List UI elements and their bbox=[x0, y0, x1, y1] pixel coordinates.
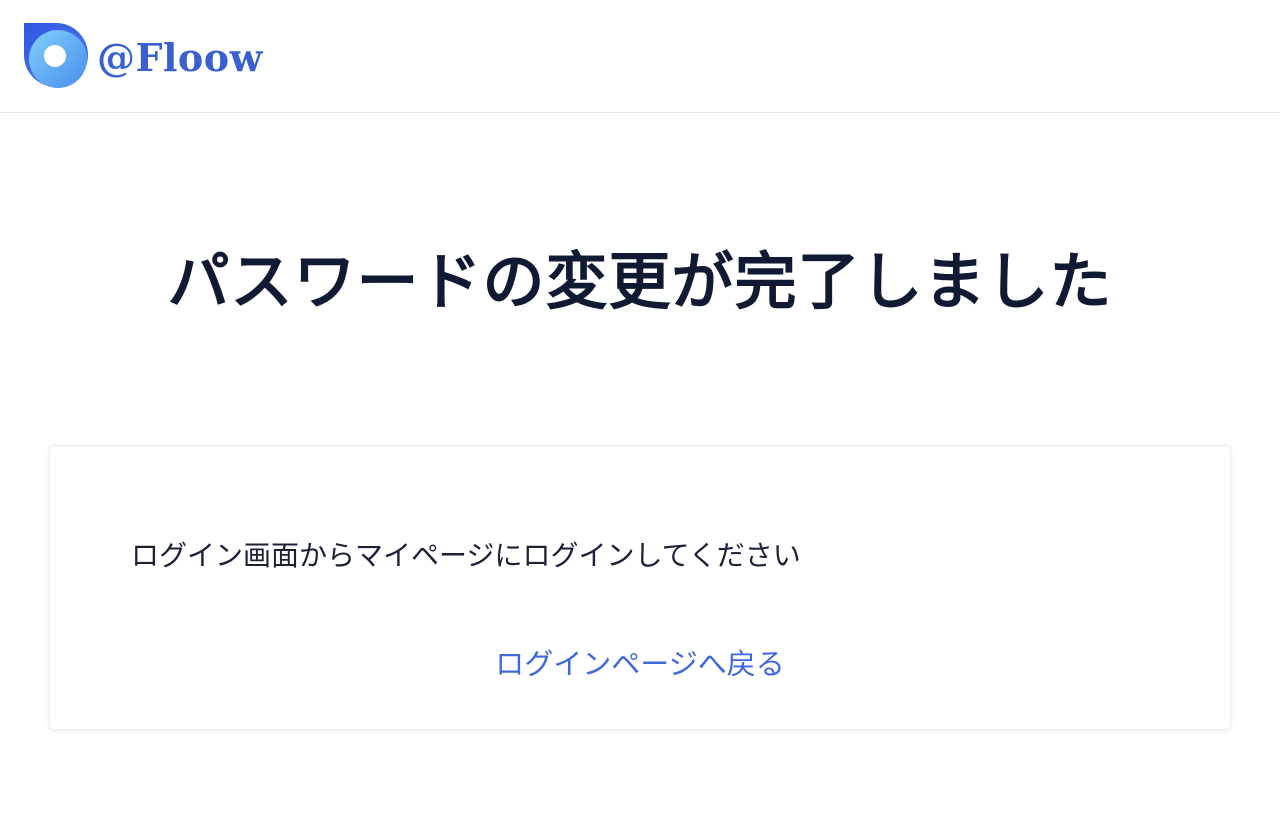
floow-logo-icon bbox=[24, 23, 88, 88]
login-instruction-text: ログイン画面からマイページにログインしてください bbox=[131, 539, 801, 572]
logo-link[interactable]: @Floow bbox=[24, 23, 263, 88]
page-title: パスワードの変更が完了しました bbox=[167, 245, 1113, 318]
site-header: @Floow bbox=[0, 0, 1280, 113]
completion-card: ログイン画面からマイページにログインしてください ログインページへ戻る bbox=[49, 445, 1231, 730]
back-to-login-link[interactable]: ログインページへ戻る bbox=[50, 644, 1230, 684]
logo-text: @Floow bbox=[97, 34, 263, 80]
